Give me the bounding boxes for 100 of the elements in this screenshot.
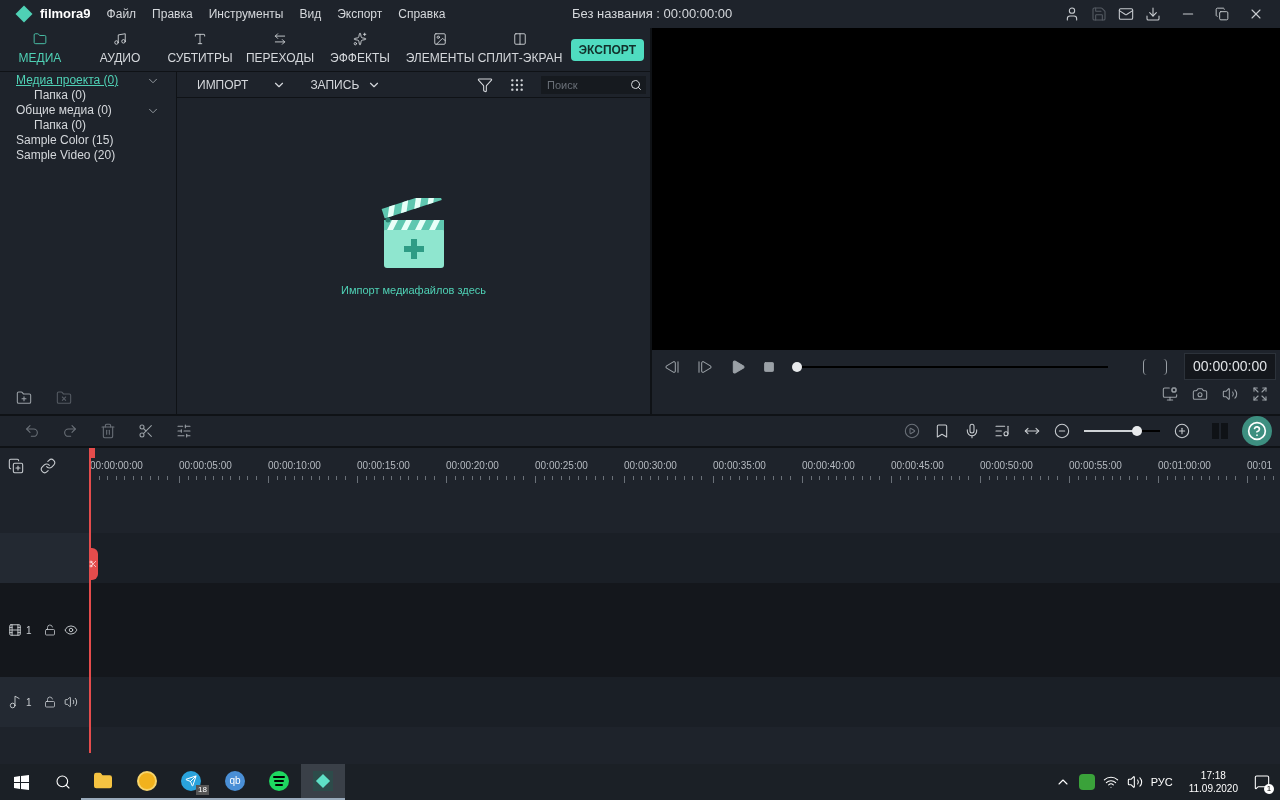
ruler-label: 00:00:00:00 [90, 459, 144, 473]
menu-item[interactable]: Экспорт [337, 5, 383, 23]
search-icon[interactable] [630, 78, 643, 91]
menu-item[interactable]: Справка [398, 5, 446, 23]
scissors-icon[interactable] [138, 423, 154, 439]
eye-icon[interactable] [63, 623, 78, 637]
media-folder-item[interactable]: Общие медиа (0) [16, 103, 112, 118]
menu-item[interactable]: Вид [299, 5, 322, 23]
display-settings-icon[interactable] [1162, 386, 1178, 402]
delete-icon[interactable] [100, 423, 116, 439]
mail-icon[interactable] [1118, 6, 1134, 22]
ruler-label: 00:01:00:00 [1158, 459, 1212, 473]
ruler-label: 00:00:55:00 [1069, 459, 1123, 473]
zoom-slider[interactable] [1084, 426, 1160, 436]
undo-icon[interactable] [24, 423, 40, 439]
grid-icon[interactable] [509, 76, 526, 93]
add-track-icon[interactable] [8, 457, 24, 474]
sparkle-icon [353, 32, 367, 46]
taskbar-button[interactable] [301, 764, 345, 800]
tab[interactable]: ПЕРЕХОДЫ [240, 27, 320, 71]
notification-count: 1 [1264, 784, 1274, 794]
speaker-icon[interactable] [63, 695, 78, 709]
search-icon[interactable] [55, 774, 71, 790]
split-screen-icon [513, 32, 527, 46]
taskbar-button[interactable]: 18 [169, 764, 213, 800]
ruler-label: 00:00:10:00 [268, 459, 322, 473]
search-field[interactable]: Поиск [541, 75, 647, 94]
media-folder-item[interactable]: Sample Color (15) [16, 133, 114, 148]
adjust-icon[interactable] [176, 423, 192, 439]
tab[interactable]: МЕДИА [0, 27, 80, 71]
ruler-label: 00:01 [1247, 459, 1274, 473]
record-dropdown[interactable]: ЗАПИСЬ [310, 75, 382, 94]
unlock-icon[interactable] [43, 624, 56, 636]
fullscreen-icon[interactable] [1252, 386, 1268, 402]
media-folder-item[interactable]: Sample Video (20) [16, 148, 116, 163]
new-folder-icon[interactable] [16, 390, 32, 406]
window-title: Без названия : 00:00:00:00 [572, 5, 733, 24]
playhead-handle[interactable] [89, 448, 95, 458]
folder-icon[interactable] [93, 771, 113, 791]
tab[interactable]: ЭФФЕКТЫ [320, 27, 400, 71]
ruler-label: 00:00:05:00 [179, 459, 233, 473]
menu-item[interactable]: Правка [152, 5, 193, 23]
previous-frame-icon[interactable] [664, 358, 681, 375]
tab[interactable]: СПЛИТ-ЭКРАН [480, 27, 560, 71]
music-note-icon [113, 32, 127, 46]
download-icon[interactable] [1145, 6, 1161, 22]
restore-icon[interactable] [1215, 7, 1229, 21]
seek-slider[interactable] [792, 361, 1109, 372]
import-dropdown[interactable]: ИМПОРТ [197, 75, 287, 94]
next-frame-icon[interactable] [697, 358, 714, 375]
ruler-label: 00:00:50:00 [980, 459, 1034, 473]
media-folder-item[interactable]: Папка (0) [34, 118, 86, 133]
film-icon[interactable] [8, 623, 22, 637]
editor-app-icon[interactable] [313, 771, 333, 791]
split-handle[interactable] [89, 548, 98, 580]
marker-icon[interactable] [934, 423, 950, 439]
tray-app-icon[interactable] [1078, 774, 1095, 790]
render-preview-icon[interactable] [904, 423, 920, 439]
music-app-icon[interactable] [269, 771, 289, 791]
tab[interactable]: СУБТИТРЫ [160, 27, 240, 71]
clock-date[interactable]: 11.09.2020 [1188, 782, 1238, 795]
transition-icon [273, 32, 287, 46]
notification-icon[interactable] [1254, 774, 1270, 790]
volume-icon[interactable] [1126, 774, 1143, 790]
menu-item[interactable]: Инструменты [208, 5, 284, 23]
music-note-icon[interactable] [8, 695, 22, 709]
clock-time[interactable]: 17:18 [1200, 769, 1226, 782]
badge: 18 [196, 785, 209, 795]
ruler-label: 00:00:45:00 [891, 459, 945, 473]
audio-mixer-icon[interactable] [994, 423, 1010, 439]
app-logo: filmora9 [40, 5, 91, 24]
camera-icon[interactable] [1192, 386, 1208, 402]
ruler-label: 00:00:25:00 [535, 459, 589, 473]
redo-icon[interactable] [62, 423, 78, 439]
media-folder-item[interactable]: Папка (0) [34, 88, 86, 103]
microphone-icon[interactable] [964, 423, 980, 439]
play-icon[interactable] [730, 358, 747, 375]
ruler-label: 00:00:40:00 [802, 459, 856, 473]
windows-start-icon[interactable] [14, 774, 29, 790]
link-icon[interactable] [40, 457, 56, 474]
scissors-icon [89, 560, 97, 568]
language-indicator[interactable]: РУС [1150, 773, 1173, 791]
zoom-out-icon[interactable] [1054, 423, 1070, 439]
folder-icon [33, 32, 47, 46]
track-number: 1 [26, 623, 32, 638]
unlock-icon[interactable] [43, 696, 56, 708]
wifi-icon[interactable] [1102, 774, 1119, 790]
ruler-label: 00:00:35:00 [713, 459, 767, 473]
menu-item[interactable]: Файл [106, 5, 137, 23]
user-icon[interactable] [1064, 6, 1080, 22]
filter-icon[interactable] [477, 76, 494, 93]
paper-plane-icon [185, 775, 197, 787]
tab[interactable]: АУДИО [80, 27, 160, 71]
export-button[interactable]: ЭКСПОРТ [570, 39, 645, 61]
stop-icon[interactable] [763, 360, 776, 373]
media-folder-item[interactable]: Медиа проекта (0) [16, 73, 119, 88]
text-icon [193, 32, 207, 46]
track-number: 1 [26, 695, 32, 710]
help-button[interactable] [1242, 416, 1272, 446]
zoom-in-icon[interactable] [1174, 423, 1190, 439]
